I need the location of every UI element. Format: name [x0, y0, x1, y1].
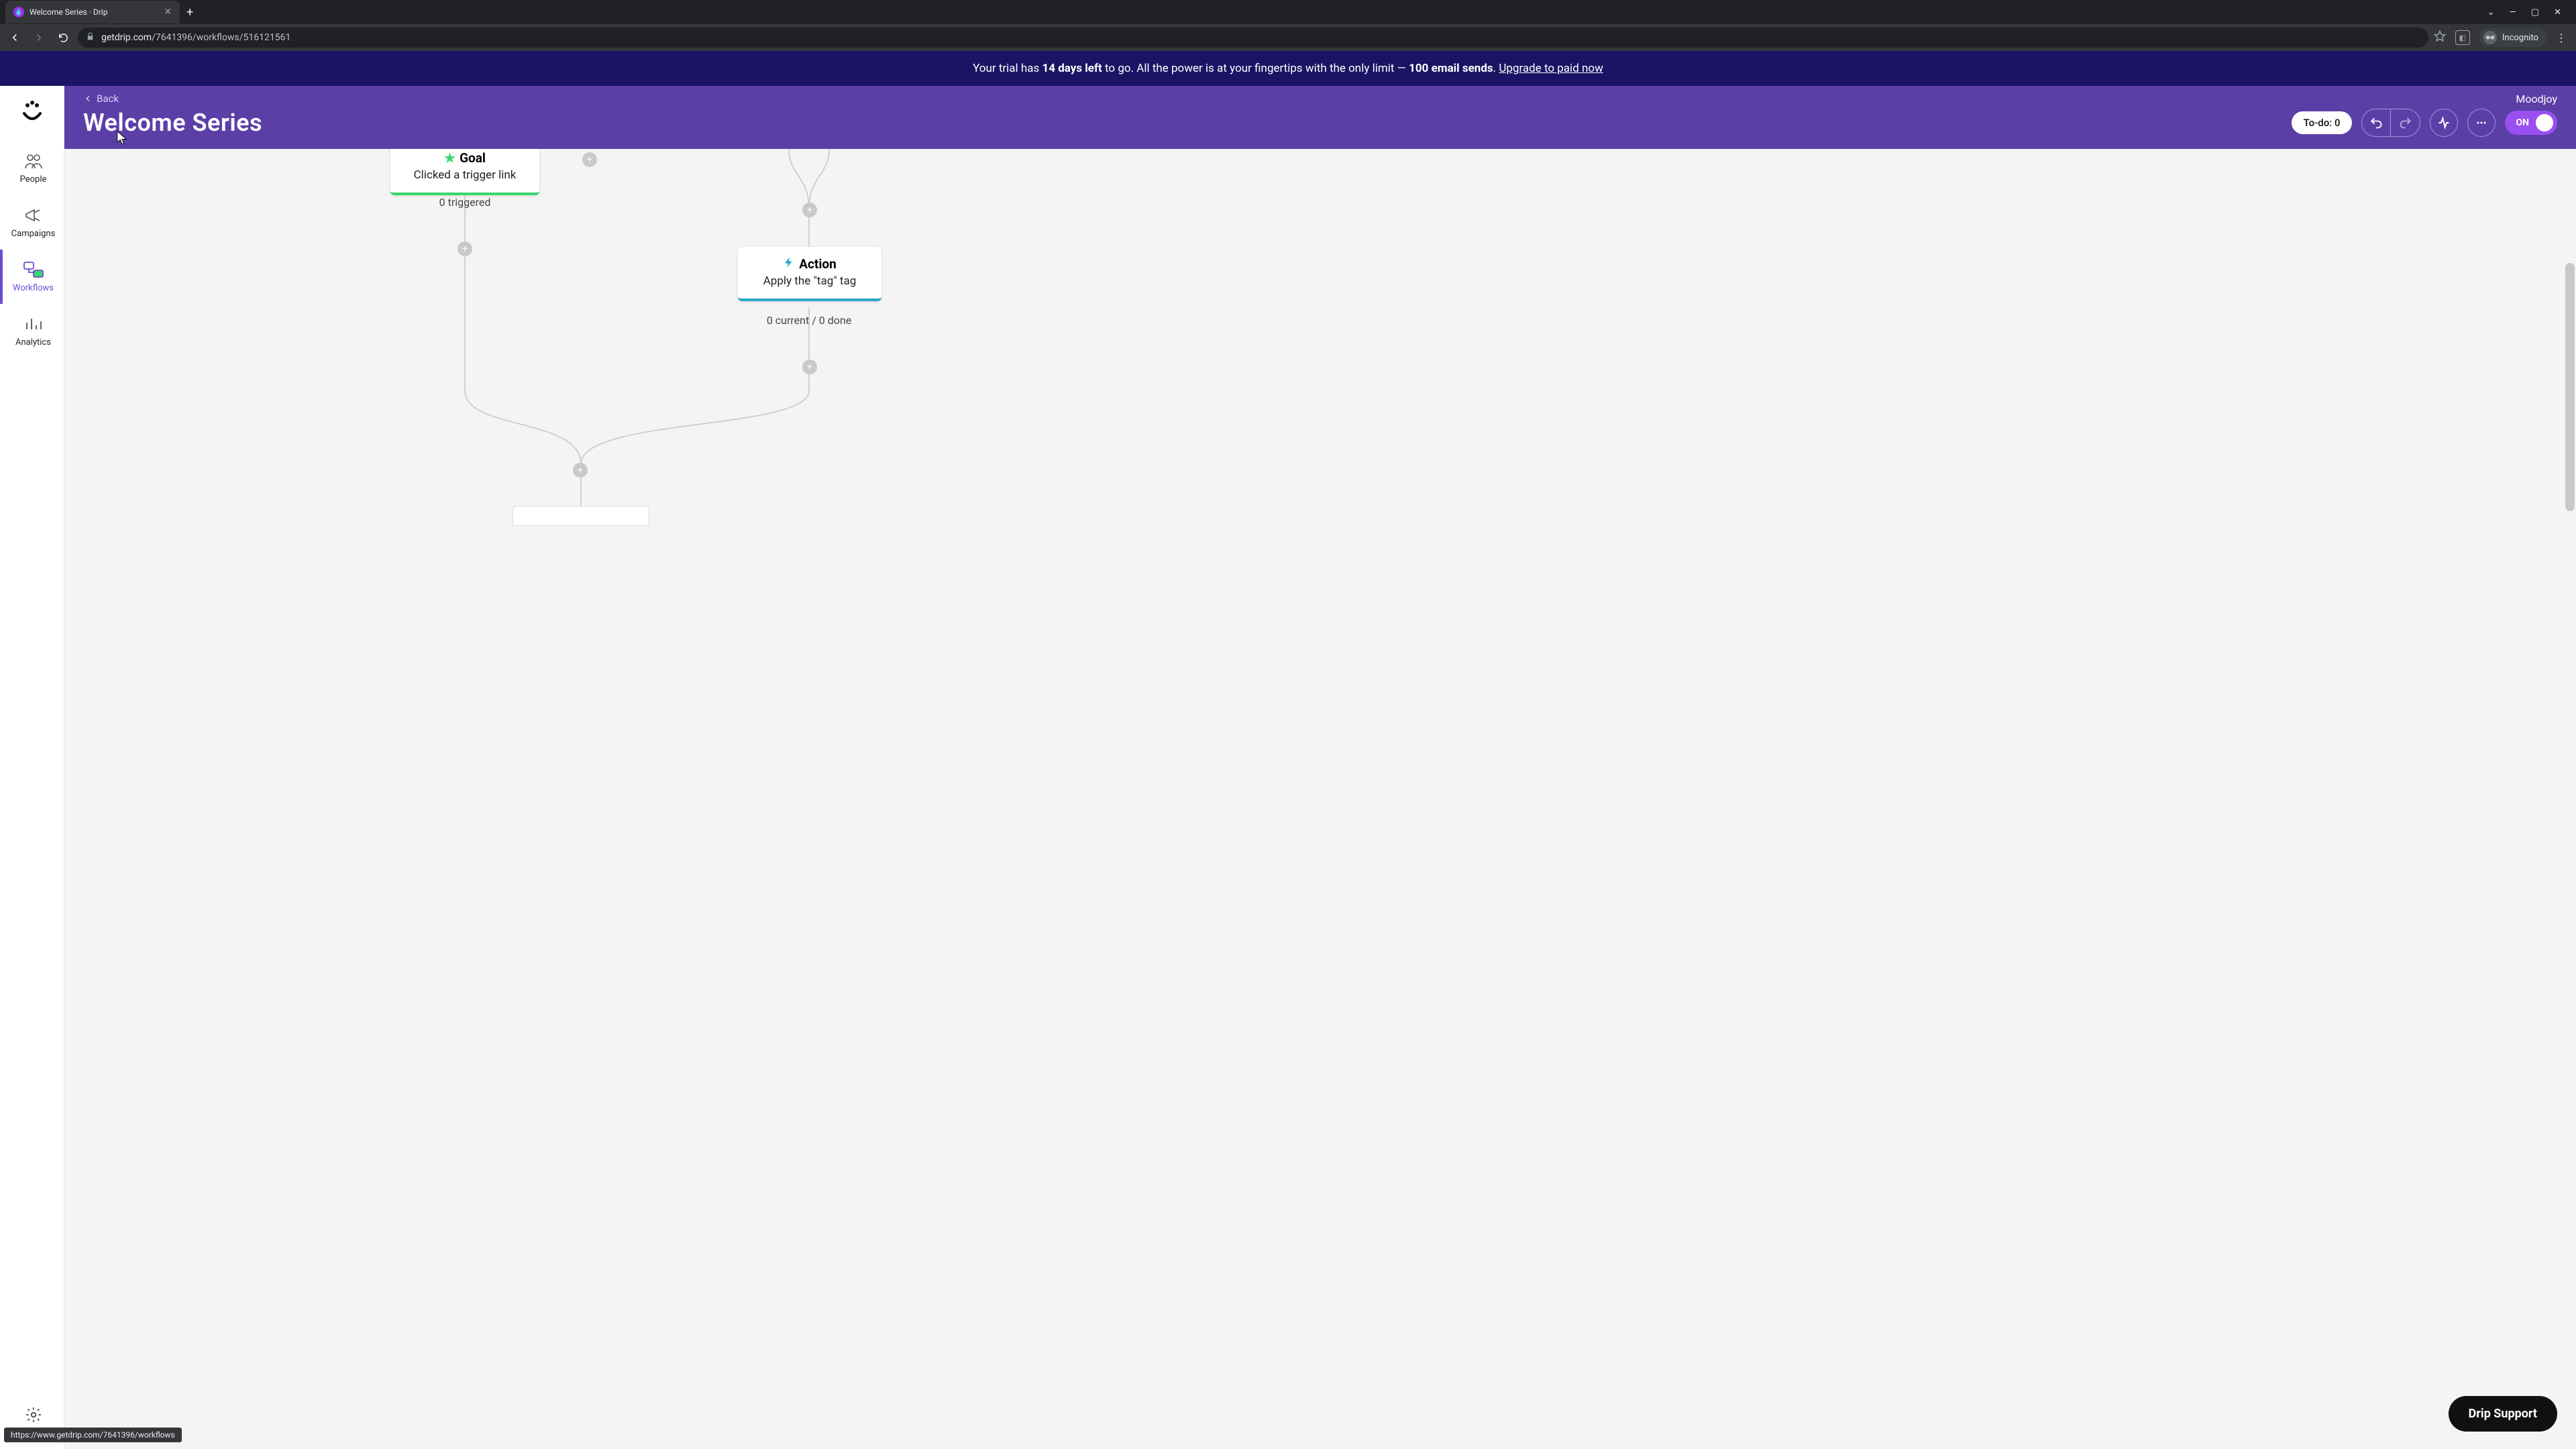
add-step-button[interactable]: +	[802, 360, 817, 374]
star-icon: ★	[444, 150, 455, 166]
workflow-connectors	[64, 149, 2576, 1449]
node-subtitle: Apply the "tag" tag	[755, 274, 864, 288]
tab-bar: 💧 Welcome Series · Drip ✕ + ⌄ — ▢ ✕	[0, 0, 2576, 24]
tab-title: Welcome Series · Drip	[30, 7, 158, 17]
drip-logo[interactable]	[18, 98, 46, 126]
add-step-button[interactable]: +	[582, 152, 597, 167]
megaphone-icon	[23, 206, 44, 225]
more-horizontal-icon	[2475, 116, 2488, 129]
back-button[interactable]	[5, 28, 24, 47]
back-link[interactable]: Back	[83, 93, 2557, 105]
sidebar-item-analytics[interactable]: Analytics	[0, 304, 64, 358]
extensions-icon[interactable]: ◧	[2455, 30, 2470, 45]
workflow-header: Moodjoy Back Welcome Series To-do: 0	[64, 86, 2576, 149]
vertical-scrollbar[interactable]	[2565, 263, 2575, 511]
goal-meta: 0 triggered	[413, 196, 517, 209]
back-label: Back	[97, 93, 119, 105]
stats-button[interactable]	[2430, 109, 2458, 137]
action-meta: 0 current / 0 done	[742, 314, 876, 327]
workflows-icon	[23, 260, 44, 279]
tab-dropdown-icon[interactable]: ⌄	[2487, 7, 2495, 17]
forward-button[interactable]	[30, 28, 48, 47]
window-controls: ⌄ — ▢ ✕	[2487, 7, 2571, 17]
page-title: Welcome Series	[83, 109, 262, 137]
browser-menu-icon[interactable]: ⋮	[2556, 32, 2567, 44]
upgrade-link[interactable]: Upgrade to paid now	[1499, 62, 1603, 75]
close-window-icon[interactable]: ✕	[2554, 7, 2561, 17]
toggle-knob	[2536, 114, 2553, 131]
workflow-toggle[interactable]: ON	[2505, 111, 2557, 135]
reload-button[interactable]	[54, 28, 72, 47]
workspace: Moodjoy Back Welcome Series To-do: 0	[64, 86, 2576, 1449]
minimize-icon[interactable]: —	[2510, 7, 2516, 17]
bookmark-star-icon[interactable]	[2434, 30, 2446, 45]
sidebar-item-workflows[interactable]: Workflows	[0, 250, 64, 304]
add-step-button[interactable]: +	[458, 241, 472, 256]
add-step-button[interactable]: +	[802, 203, 817, 217]
lock-icon	[86, 32, 95, 43]
new-tab-button[interactable]: +	[186, 5, 193, 19]
node-title-text: Goal	[460, 150, 486, 166]
support-button[interactable]: Drip Support	[2449, 1396, 2557, 1432]
browser-chrome: 💧 Welcome Series · Drip ✕ + ⌄ — ▢ ✕ getd…	[0, 0, 2576, 51]
incognito-label: Incognito	[2502, 33, 2538, 43]
workflow-canvas[interactable]: ★ Goal Clicked a trigger link 0 triggere…	[64, 149, 2576, 1449]
browser-tab[interactable]: 💧 Welcome Series · Drip ✕	[5, 1, 180, 23]
status-bar: https://www.getdrip.com/7641396/workflow…	[4, 1428, 182, 1442]
app-root: Your trial has 14 days left to go. All t…	[0, 51, 2576, 1449]
undo-redo-group	[2361, 109, 2420, 137]
add-step-button[interactable]: +	[573, 463, 588, 478]
sidebar-item-campaigns[interactable]: Campaigns	[0, 195, 64, 250]
people-icon	[23, 152, 44, 170]
address-bar: getdrip.com/7641396/workflows/516121561 …	[0, 24, 2576, 51]
bolt-icon	[783, 256, 795, 272]
more-button[interactable]	[2467, 109, 2496, 137]
header-actions: To-do: 0	[2292, 109, 2557, 137]
sidebar-item-label: Campaigns	[11, 229, 56, 239]
maximize-icon[interactable]: ▢	[2531, 7, 2539, 17]
url-text: getdrip.com/7641396/workflows/516121561	[101, 32, 290, 43]
close-tab-icon[interactable]: ✕	[164, 7, 172, 17]
toggle-label: ON	[2516, 117, 2529, 128]
trial-days: 14 days left	[1042, 62, 1102, 75]
undo-button[interactable]	[2361, 109, 2391, 137]
sidebar-item-label: Analytics	[15, 337, 51, 347]
workflow-node-partial[interactable]	[513, 506, 649, 526]
undo-icon	[2369, 116, 2383, 129]
analytics-icon	[23, 315, 44, 333]
redo-icon	[2399, 116, 2412, 129]
sidebar-item-label: People	[20, 174, 47, 184]
trial-sends: 100 email sends	[1409, 62, 1493, 75]
node-subtitle: Clicked a trigger link	[408, 168, 522, 182]
workflow-node-goal[interactable]: ★ Goal Clicked a trigger link	[390, 149, 539, 195]
incognito-icon: 🕶	[2483, 31, 2497, 44]
sidebar-item-label: Workflows	[13, 283, 54, 293]
workflow-node-action[interactable]: Action Apply the "tag" tag	[738, 247, 881, 301]
sidebar: People Campaigns Workflows Analytics	[0, 86, 64, 1449]
todo-button[interactable]: To-do: 0	[2292, 111, 2353, 134]
drip-favicon: 💧	[13, 7, 24, 17]
org-name[interactable]: Moodjoy	[2516, 93, 2557, 105]
redo-button[interactable]	[2391, 109, 2420, 137]
incognito-indicator[interactable]: 🕶 Incognito	[2479, 28, 2546, 47]
url-field[interactable]: getdrip.com/7641396/workflows/516121561	[78, 28, 2428, 48]
node-title-text: Action	[799, 256, 837, 272]
trial-banner: Your trial has 14 days left to go. All t…	[0, 51, 2576, 86]
arrow-left-icon	[83, 94, 93, 103]
gear-icon	[23, 1405, 44, 1424]
activity-icon	[2437, 116, 2451, 129]
sidebar-item-people[interactable]: People	[0, 141, 64, 195]
